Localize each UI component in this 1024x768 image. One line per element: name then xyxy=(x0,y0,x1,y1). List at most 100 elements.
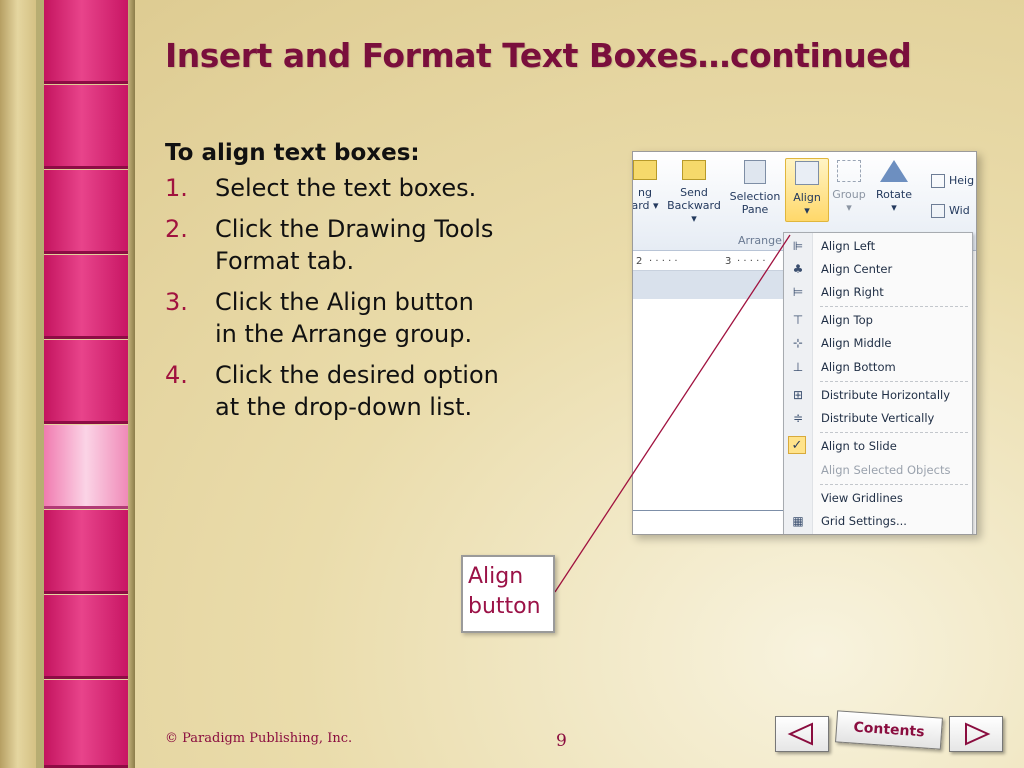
slide-title: Insert and Format Text Boxes…continued xyxy=(165,36,912,75)
button-label: Selection xyxy=(729,190,781,203)
distribute-horizontally-icon: ⊞ xyxy=(792,388,804,402)
group-label: Arrange xyxy=(738,234,782,247)
chevron-down-icon: ▾ xyxy=(846,201,852,214)
step-text: Click the Align button xyxy=(215,288,474,316)
width-field[interactable]: Wid xyxy=(931,204,970,218)
step-text: Format tab. xyxy=(215,247,355,275)
rotate-icon xyxy=(880,160,908,182)
menu-item-align-top[interactable]: ⊤ Align Top xyxy=(784,309,972,331)
grid-icon: ▦ xyxy=(792,514,804,528)
align-dropdown-menu: ⊫ Align Left ♣ Align Center ⊨ Align Righ… xyxy=(783,232,973,534)
button-label: ng xyxy=(638,186,652,199)
menu-item-view-gridlines[interactable]: View Gridlines xyxy=(784,487,972,509)
step-number: 3. xyxy=(165,288,188,316)
bring-forward-button[interactable]: ng ard ▾ xyxy=(632,160,663,212)
step-text: at the drop-down list. xyxy=(215,393,473,421)
send-backward-button[interactable]: Send Backward ▾ xyxy=(663,160,725,225)
step-text: in the Arrange group. xyxy=(215,320,473,348)
step-text: Click the desired option xyxy=(215,361,499,389)
step-number: 2. xyxy=(165,215,188,243)
ruler-ticks: · · · · · xyxy=(737,256,766,267)
menu-item-label: Grid Settings... xyxy=(821,514,907,528)
chevron-down-icon: ▾ xyxy=(804,204,810,217)
menu-item-label: Align Right xyxy=(821,285,884,299)
menu-item-label: Align Middle xyxy=(821,336,892,350)
align-right-icon: ⊨ xyxy=(792,285,804,299)
contents-button[interactable]: Contents xyxy=(835,710,943,750)
menu-item-align-right[interactable]: ⊨ Align Right xyxy=(784,281,972,303)
align-middle-icon: ⊹ xyxy=(792,336,804,350)
button-label: ard ▾ xyxy=(632,199,659,212)
menu-item-label: Align Top xyxy=(821,313,873,327)
menu-item-distribute-horizontally[interactable]: ⊞ Distribute Horizontally xyxy=(784,384,972,406)
button-label: Send xyxy=(680,186,708,199)
ribbon-screenshot: ng ard ▾ Send Backward ▾ Selection Pane … xyxy=(632,151,977,535)
ruler: 2 · · · · · 3 · · · · · xyxy=(633,256,793,271)
menu-item-align-bottom[interactable]: ⊥ Align Bottom xyxy=(784,356,972,378)
step-number: 1. xyxy=(165,174,188,202)
chevron-down-icon: ▾ xyxy=(891,201,897,214)
arrow-left-icon xyxy=(787,722,813,746)
ruler-mark: 2 xyxy=(636,256,643,267)
width-icon xyxy=(931,204,945,218)
button-label: Group xyxy=(832,188,866,201)
menu-item-label: Align Selected Objects xyxy=(821,463,951,477)
height-field[interactable]: Heig xyxy=(931,174,974,188)
button-label: Backward ▾ xyxy=(667,199,721,225)
menu-item-label: Align Bottom xyxy=(821,360,896,374)
menu-item-align-selected-objects: Align Selected Objects xyxy=(784,459,972,481)
height-icon xyxy=(931,174,945,188)
steps-list: 1. Select the text boxes. 2. Click the D… xyxy=(165,172,585,423)
arrow-right-icon xyxy=(965,722,991,746)
send-backward-icon xyxy=(682,160,706,180)
button-label: Pane xyxy=(741,203,769,216)
group-button[interactable]: Group ▾ xyxy=(829,160,869,214)
page-number: 9 xyxy=(556,731,567,751)
distribute-vertically-icon: ≑ xyxy=(792,411,804,425)
decorative-strip xyxy=(0,0,135,768)
instructions: To align text boxes: 1. Select the text … xyxy=(165,140,585,432)
list-item: 3. Click the Align button in the Arrange… xyxy=(165,286,585,350)
ruler-mark: 3 xyxy=(725,256,732,267)
list-item: 2. Click the Drawing Tools Format tab. xyxy=(165,213,585,277)
check-icon: ✓ xyxy=(788,436,806,454)
group-icon xyxy=(837,160,861,182)
field-label: Heig xyxy=(949,174,975,187)
align-bottom-icon: ⊥ xyxy=(792,360,804,374)
callout-text: Align xyxy=(468,564,524,589)
instructions-heading: To align text boxes: xyxy=(165,140,420,166)
menu-item-align-to-slide[interactable]: ✓ Align to Slide xyxy=(784,435,972,457)
menu-item-label: Align Left xyxy=(821,239,876,253)
next-slide-button[interactable] xyxy=(949,716,1003,752)
align-top-icon: ⊤ xyxy=(792,313,804,327)
align-center-icon: ♣ xyxy=(792,262,804,276)
step-number: 4. xyxy=(165,361,188,389)
bring-forward-icon xyxy=(633,160,657,180)
menu-item-distribute-vertically[interactable]: ≑ Distribute Vertically xyxy=(784,407,972,429)
previous-slide-button[interactable] xyxy=(775,716,829,752)
menu-item-grid-settings[interactable]: ▦ Grid Settings... xyxy=(784,510,972,532)
step-text: Select the text boxes. xyxy=(215,174,477,202)
menu-item-align-center[interactable]: ♣ Align Center xyxy=(784,258,972,280)
menu-item-label: Align Center xyxy=(821,262,893,276)
menu-item-label: Align to Slide xyxy=(821,439,897,453)
menu-item-align-middle[interactable]: ⊹ Align Middle xyxy=(784,332,972,354)
rotate-button[interactable]: Rotate ▾ xyxy=(873,160,915,214)
menu-item-label: Distribute Vertically xyxy=(821,411,935,425)
selection-pane-icon xyxy=(744,160,766,184)
ruler-ticks: · · · · · xyxy=(649,256,678,267)
menu-item-align-left[interactable]: ⊫ Align Left xyxy=(784,235,972,257)
align-left-icon: ⊫ xyxy=(792,239,804,253)
menu-item-label: View Gridlines xyxy=(821,491,903,505)
list-item: 1. Select the text boxes. xyxy=(165,172,585,204)
menu-item-label: Distribute Horizontally xyxy=(821,388,951,402)
align-icon xyxy=(795,161,819,185)
button-label: Rotate xyxy=(875,188,912,201)
button-label: Align xyxy=(793,191,821,204)
callout-text: button xyxy=(468,594,541,619)
copyright-footer: © Paradigm Publishing, Inc. xyxy=(165,731,353,746)
step-text: Click the Drawing Tools xyxy=(215,215,494,243)
align-button[interactable]: Align ▾ xyxy=(785,158,829,222)
selection-pane-button[interactable]: Selection Pane xyxy=(729,160,781,216)
align-button-callout: Align button xyxy=(461,555,555,633)
